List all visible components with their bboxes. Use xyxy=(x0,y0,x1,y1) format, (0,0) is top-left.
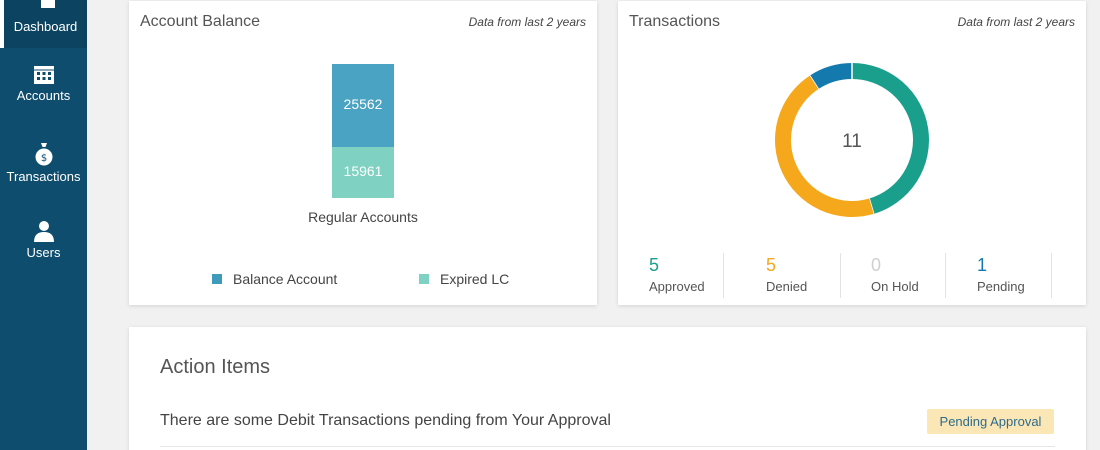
action-items-card: Action Items There are some Debit Transa… xyxy=(129,327,1086,450)
stat-value: 0 xyxy=(871,255,882,275)
sidebar-item-dashboard[interactable]: Dashboard xyxy=(0,0,87,48)
bar-category-label: Regular Accounts xyxy=(308,209,418,225)
action-item-text[interactable]: There are some Debit Transactions pendin… xyxy=(160,412,611,430)
sidebar-item-users[interactable]: Users xyxy=(0,220,87,260)
stat-approved[interactable]: 5 Approved xyxy=(618,253,724,298)
legend-label: Balance Account xyxy=(233,271,338,287)
status-badge[interactable]: Pending Approval xyxy=(927,409,1054,434)
card-title: Account Balance xyxy=(140,13,261,30)
user-icon xyxy=(33,221,54,242)
sidebar-item-accounts[interactable]: Accounts xyxy=(0,65,87,103)
transactions-donut-chart: 11 xyxy=(775,63,929,217)
calendar-icon xyxy=(33,66,54,84)
stat-label: Approved xyxy=(649,279,705,294)
account-balance-card: Account Balance Data from last 2 years 2… xyxy=(129,1,597,305)
home-icon xyxy=(41,0,55,8)
card-note: Data from last 2 years xyxy=(468,15,586,29)
bar-expired-lc[interactable]: 15961 xyxy=(332,147,394,198)
money-bag-icon: $ xyxy=(35,143,52,166)
stat-value: 5 xyxy=(766,255,777,275)
sidebar-item-transactions[interactable]: $ Transactions xyxy=(0,142,87,184)
stat-value: 1 xyxy=(977,255,988,275)
stat-on-hold[interactable]: 0 On Hold xyxy=(840,253,946,298)
sidebar-item-label: Accounts xyxy=(16,88,71,103)
sidebar-item-label: Dashboard xyxy=(13,19,78,34)
sidebar-item-label: Users xyxy=(26,245,61,260)
stat-divider xyxy=(723,253,724,298)
stat-label: Denied xyxy=(766,279,808,294)
row-divider xyxy=(160,446,1055,447)
donut-slice-approved[interactable] xyxy=(851,63,929,214)
sidebar-item-label: Transactions xyxy=(6,169,81,184)
bar-value-label: 15961 xyxy=(343,163,383,179)
bar-balance-account[interactable]: 25562 xyxy=(332,64,394,147)
stat-label: On Hold xyxy=(871,279,919,294)
stat-label: Pending xyxy=(977,279,1025,294)
legend-item-expired-lc[interactable]: Expired LC xyxy=(419,271,509,287)
stat-divider xyxy=(1051,253,1052,298)
bar-value-label: 25562 xyxy=(343,96,383,112)
donut-center-label: 11 xyxy=(842,131,862,152)
stat-value: 5 xyxy=(649,255,660,275)
card-note: Data from last 2 years xyxy=(957,15,1075,29)
stat-pending[interactable]: 1 Pending xyxy=(946,253,1052,298)
section-title: Action Items xyxy=(160,356,271,378)
card-title: Transactions xyxy=(629,13,720,30)
sidebar: Dashboard Accounts $ Transactions Users xyxy=(0,0,87,450)
legend-swatch xyxy=(212,274,222,284)
stat-denied[interactable]: 5 Denied xyxy=(735,253,841,298)
legend-label: Expired LC xyxy=(440,271,510,287)
legend-swatch xyxy=(419,274,429,284)
legend-item-balance-account[interactable]: Balance Account xyxy=(212,271,337,287)
svg-text:$: $ xyxy=(40,153,46,164)
transactions-card: Transactions Data from last 2 years 11 5… xyxy=(618,1,1086,305)
donut-slice-pending[interactable] xyxy=(810,63,853,89)
